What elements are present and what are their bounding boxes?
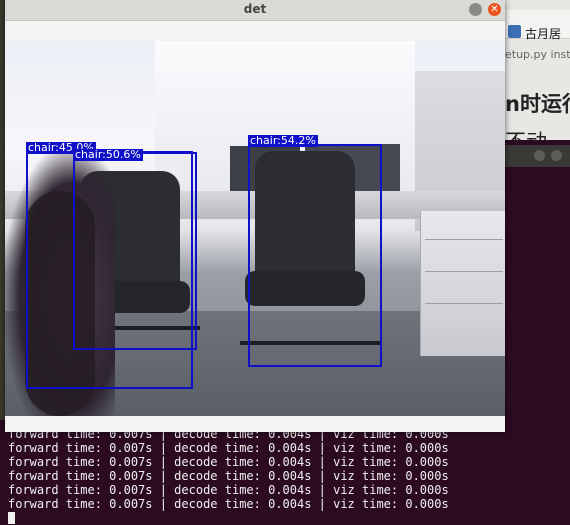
terminal-line: forward time: 0.007s | decode time: 0.00… bbox=[8, 455, 449, 469]
det-statusbar bbox=[5, 416, 505, 432]
minimize-button[interactable] bbox=[469, 3, 482, 16]
terminal-titlebar bbox=[505, 145, 570, 167]
terminal-line: forward time: 0.007s | decode time: 0.00… bbox=[8, 497, 449, 511]
browser-tab-label[interactable]: 古月居 bbox=[525, 25, 561, 42]
camera-frame: chair:45.0% chair:50.6% chair:54.2% bbox=[5, 41, 505, 416]
browser-tab-bar[interactable]: 古月居 bbox=[505, 10, 570, 42]
minimize-icon[interactable] bbox=[534, 150, 545, 161]
det-toolbar bbox=[5, 21, 505, 41]
browser-text-line1: n时运行 bbox=[505, 92, 570, 116]
browser-url-fragment: etup.py inst bbox=[505, 48, 570, 61]
detection-box bbox=[73, 152, 197, 350]
terminal-output: forward time: 0.007s | decode time: 0.00… bbox=[8, 427, 568, 525]
cabinet bbox=[420, 211, 505, 356]
window-title: det bbox=[243, 2, 267, 16]
terminal-line: forward time: 0.007s | decode time: 0.00… bbox=[8, 483, 449, 497]
terminal-line: forward time: 0.007s | decode time: 0.00… bbox=[8, 469, 449, 483]
text-cursor bbox=[8, 512, 15, 524]
maximize-icon[interactable] bbox=[551, 150, 562, 161]
det-titlebar[interactable]: det ✕ bbox=[5, 0, 505, 21]
background-browser-window: 古月居 etup.py inst n时运行 不动 bbox=[505, 0, 570, 140]
browser-app-icon bbox=[508, 25, 521, 38]
detection-label: chair:50.6% bbox=[73, 148, 143, 161]
detection-label: chair:54.2% bbox=[248, 134, 318, 147]
terminal-cursor-line[interactable] bbox=[8, 511, 568, 525]
terminal-line: forward time: 0.007s | decode time: 0.00… bbox=[8, 441, 449, 455]
browser-text-line2: 不动 bbox=[505, 126, 547, 140]
det-window[interactable]: det ✕ chair:45.0% chair:50.6% chair:54.2… bbox=[5, 0, 505, 432]
close-button[interactable]: ✕ bbox=[488, 3, 501, 16]
detection-box bbox=[248, 144, 382, 367]
